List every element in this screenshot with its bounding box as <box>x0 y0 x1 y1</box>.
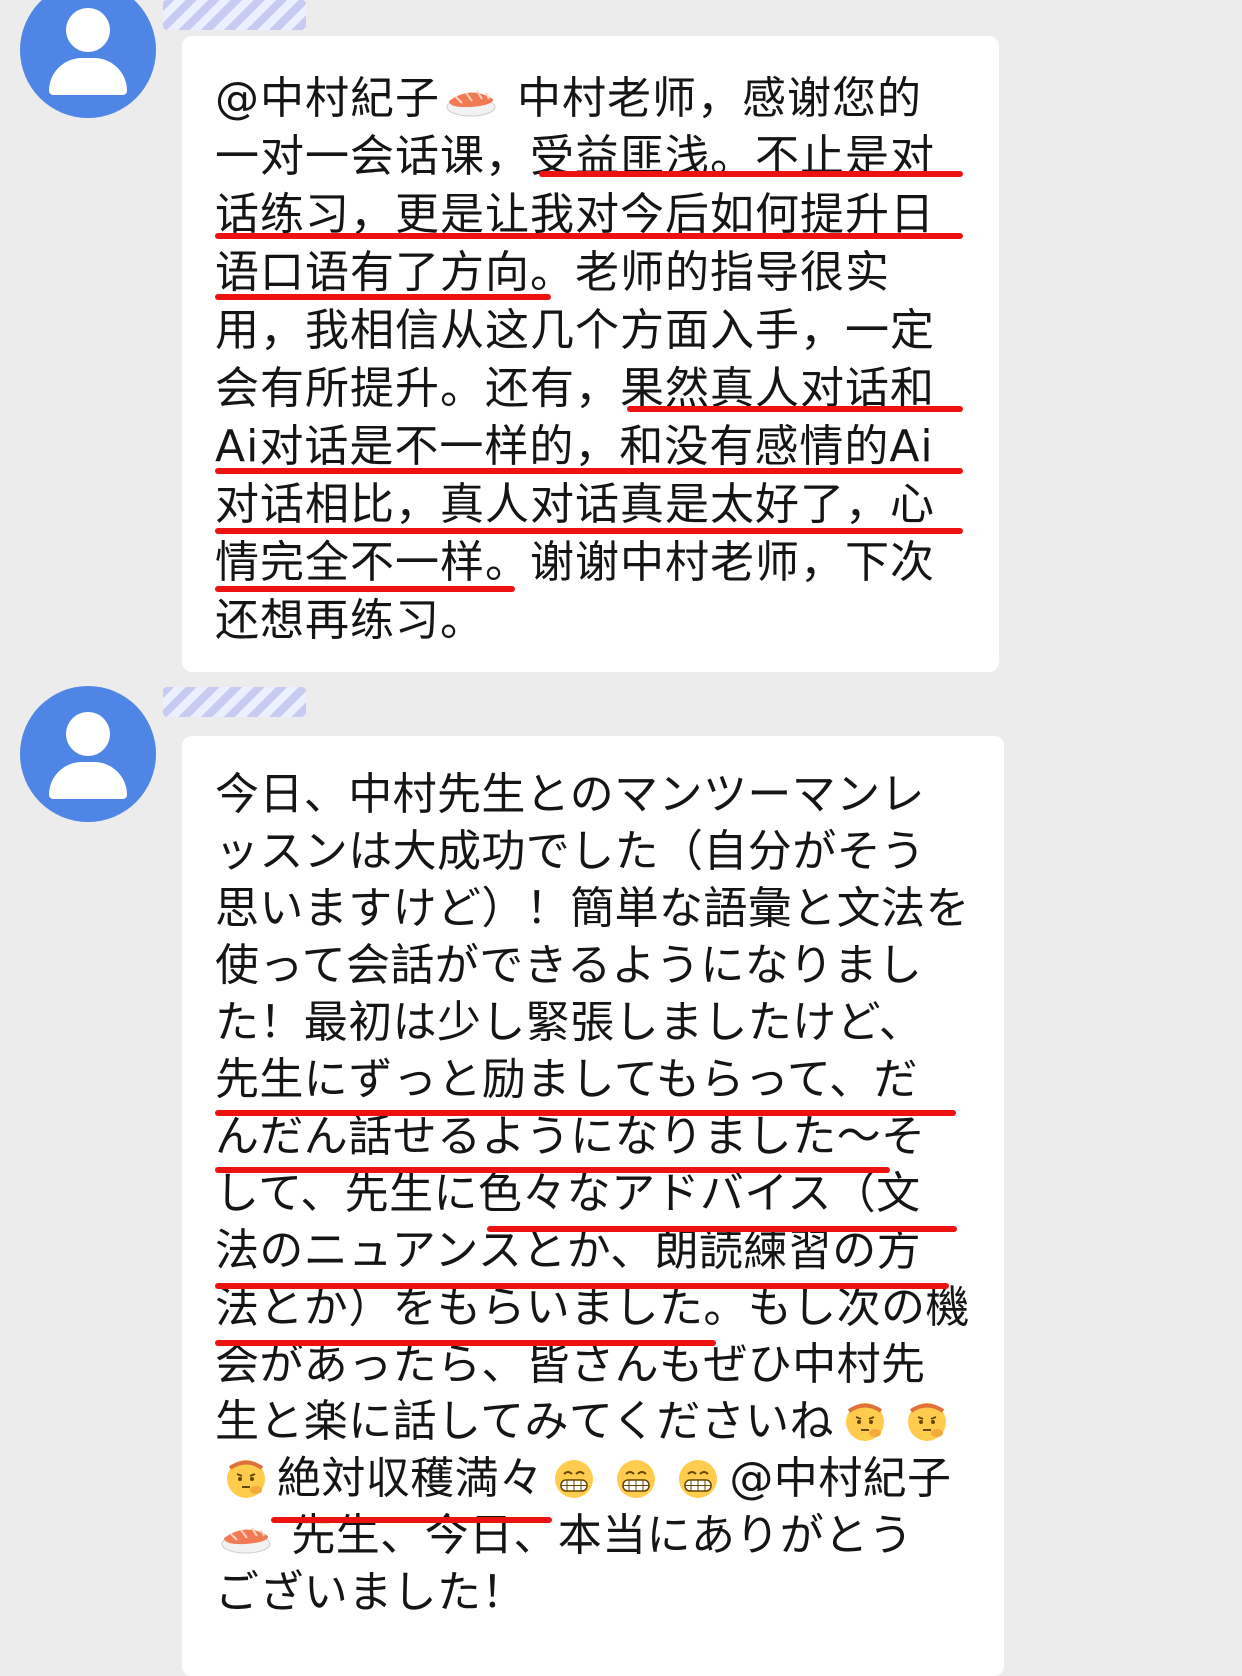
avatar-head-shape <box>66 8 110 52</box>
message-line: して、先生に色々なアドバイス（文 <box>215 1165 1004 1222</box>
message-line: 一对一会话课，受益匪浅。不止是对 <box>215 128 999 186</box>
message-text-segment: 法とか）をもらいました。もし次の機 <box>215 1282 970 1333</box>
highlight-underline <box>215 586 515 592</box>
message-text-segment: 情完全不一样。谢谢中村老师，下次 <box>215 537 935 588</box>
message-text-segment: た！最初は少し緊張しましたけど、 <box>215 997 924 1048</box>
message-text-segment: @中村紀子 <box>215 73 440 124</box>
message-line: 还想再练习。 <box>215 592 999 650</box>
message-text-segment: @中村紀子 <box>729 1453 952 1504</box>
message-text-segment: 使って会話ができるようになりまし <box>215 940 923 991</box>
grinning-face-icon <box>617 1460 656 1498</box>
avatar-body-shape <box>49 762 127 799</box>
message-line: ございました！ <box>215 1564 1004 1621</box>
message-line: 用，我相信从这几个方面入手，一定 <box>215 302 999 360</box>
message-line: 情完全不一样。谢谢中村老师，下次 <box>215 534 999 592</box>
message-line: 对话相比，真人对话真是太好了，心 <box>215 476 999 534</box>
message-line: 今日、中村先生とのマンツーマンレ <box>215 766 1004 823</box>
message-text-segment: ッスンは大成功でした（自分がそう <box>215 826 926 877</box>
message-bubble-2[interactable]: 今日、中村先生とのマンツーマンレ ッスンは大成功でした（自分がそう 思いますけど）！… <box>182 736 1004 1676</box>
thinking-face-icon <box>845 1403 884 1441</box>
message-text-segment: 法のニュアンスとか、朗読練習の方 <box>215 1225 921 1276</box>
message-text-segment: 中村老师，感谢您的 <box>502 73 922 124</box>
message-text-segment: 今日、中村先生とのマンツーマンレ <box>215 769 925 820</box>
user-avatar-icon[interactable] <box>20 686 156 822</box>
grinning-face-icon <box>555 1460 594 1498</box>
message-text-segment: 先生にずっと励ましてもらって、だ <box>215 1054 918 1105</box>
highlight-underline <box>271 1517 552 1523</box>
message-line: た！最初は少し緊張しましたけど、 <box>215 994 1004 1051</box>
highlight-underline <box>215 528 963 534</box>
thinking-face-icon <box>907 1403 946 1441</box>
avatar-head-shape <box>66 712 110 756</box>
message-bubble-1[interactable]: @中村紀子 中村老师，感谢您的 一对一会话课，受益匪浅。不止是对 话练习，更是让我对… <box>182 36 999 672</box>
highlight-underline <box>627 406 963 412</box>
message-line: 思いますけど）！簡単な語彙と文法を <box>215 880 1004 937</box>
message-text-segment: ございました！ <box>215 1567 526 1618</box>
sushi-icon <box>221 1527 271 1554</box>
message-text-segment: んだん話せるようになりました～そ <box>215 1111 926 1162</box>
user-avatar-icon[interactable] <box>20 0 156 118</box>
message-text-segment: 会があったら、皆さんもぜひ中村先 <box>215 1339 926 1390</box>
message-text-segment: 对话相比，真人对话真是太好了，心 <box>215 479 935 530</box>
highlight-underline <box>487 1226 957 1232</box>
message-text-segment: 思いますけど）！簡単な語彙と文法を <box>215 883 970 934</box>
avatar-body-shape <box>49 58 127 95</box>
highlight-underline <box>215 294 551 300</box>
message-line: 先生、今日、本当にありがとう <box>215 1507 1004 1564</box>
sender-name-tag <box>163 0 306 30</box>
highlight-underline <box>215 233 963 239</box>
message-line: 先生にずっと励ましてもらって、だ <box>215 1051 1004 1108</box>
grinning-face-icon <box>679 1460 718 1498</box>
message-line: @中村紀子 中村老师，感谢您的 <box>215 70 999 128</box>
message-text-segment: 语口语有了方向。老师的指导很实 <box>215 247 890 298</box>
message-text-segment: 絶対収穫満々 <box>277 1453 544 1504</box>
message-text-segment: 生と楽に話してみてくださいね <box>215 1396 834 1447</box>
sender-name-tag <box>163 687 306 717</box>
message-line: んだん話せるようになりました～そ <box>215 1108 1004 1165</box>
sushi-icon <box>446 90 496 117</box>
thinking-face-icon <box>227 1460 265 1498</box>
message-text: 今日、中村先生とのマンツーマンレ ッスンは大成功でした（自分がそう 思いますけど）！… <box>215 766 1004 1621</box>
message-text-segment: 用，我相信从这几个方面入手，一定 <box>215 305 935 356</box>
message-text-segment: 还想再练习。 <box>215 595 485 646</box>
highlight-underline <box>215 468 963 474</box>
highlight-underline <box>215 1110 956 1116</box>
highlight-underline <box>539 171 963 177</box>
highlight-underline <box>215 1283 949 1289</box>
highlight-underline <box>215 1167 890 1173</box>
message-line: 使って会話ができるようになりまし <box>215 937 1004 994</box>
message-line: 絶対収穫満々 @中村紀子 <box>215 1450 1004 1507</box>
message-line: ッスンは大成功でした（自分がそう <box>215 823 1004 880</box>
highlight-underline <box>215 1340 716 1346</box>
message-text-segment: Ai对话是不一样的，和没有感情的Ai <box>215 421 934 472</box>
message-text-segment: して、先生に色々なアドバイス（文 <box>215 1168 921 1219</box>
message-text: @中村紀子 中村老师，感谢您的 一对一会话课，受益匪浅。不止是对 话练习，更是让我对… <box>215 70 999 650</box>
message-line: 生と楽に話してみてくださいね <box>215 1393 1004 1450</box>
